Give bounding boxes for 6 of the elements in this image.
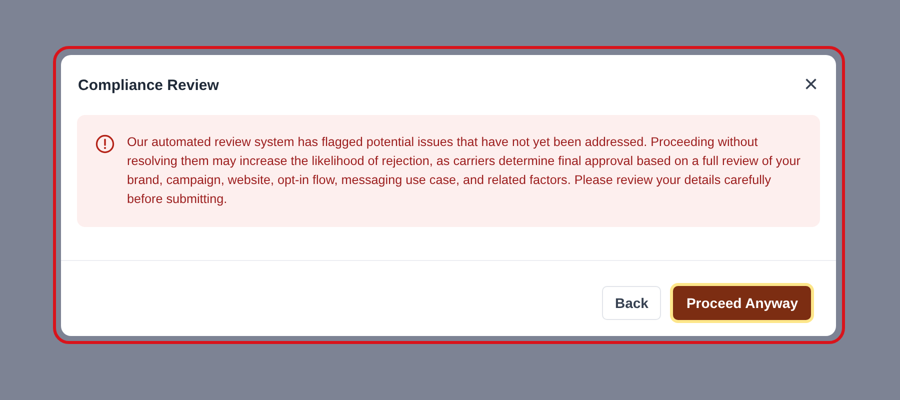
back-button[interactable]: Back [602,286,662,320]
warning-icon [95,134,115,154]
alert-message: Our automated review system has flagged potential issues that have not yet been addressed. Proceeding without resolving them may increase the likelihood of rejection, as carriers determine final approval based on a full review of your brand, campaign, website, opt-in flow, messaging use case, and related factors. Please review your details carefully before submitting. [127,134,802,208]
dialog-title: Compliance Review [78,76,219,94]
proceed-button[interactable]: Proceed Anyway [673,286,811,320]
close-button[interactable]: × [804,73,818,97]
